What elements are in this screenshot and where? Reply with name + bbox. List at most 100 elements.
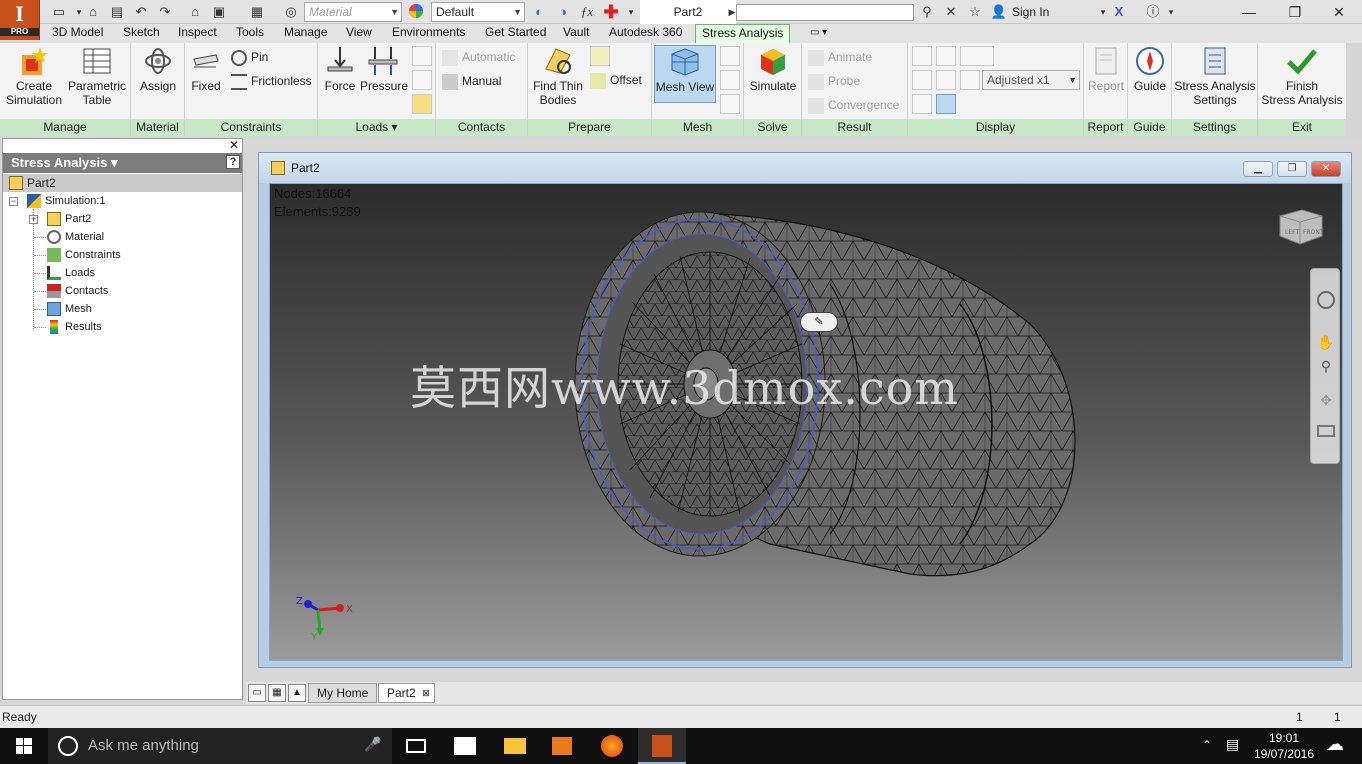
system-clock[interactable]: 19:01 19/07/2016 [1250,730,1318,762]
help-icon[interactable]: ⓘ [1144,3,1162,21]
application-menu-button[interactable]: I PRO [0,0,40,40]
browser-header[interactable]: Stress Analysis ▾ ? [3,153,242,173]
inventor-taskbar-icon[interactable] [638,728,686,764]
minimize-button[interactable]: — [1226,0,1272,24]
midsurface-icon[interactable] [590,46,610,66]
cascade-icon[interactable]: ▭ [248,684,266,702]
adjust-icon[interactable]: ◑ [554,3,572,21]
probe-button[interactable]: Probe [808,71,860,91]
panel-title-loads[interactable]: Loads ▾ [318,119,435,136]
fixed-constraint-button[interactable]: Fixed [187,45,225,93]
help-search-input[interactable] [736,4,914,21]
tab-overflow-icon[interactable]: ▭ ▾ [804,24,833,43]
tab-autodesk-360[interactable]: Autodesk 360 [603,24,688,43]
local-mesh-control-icon[interactable] [720,70,740,90]
notification-icon[interactable]: ▤ [1226,736,1239,753]
display-icon-7[interactable] [936,94,956,114]
tab-manage[interactable]: Manage [278,24,333,43]
stress-analysis-settings-button[interactable]: Stress Analysis Settings [1174,45,1256,107]
appearance-icon[interactable] [407,3,425,21]
tab-environments[interactable]: Environments [386,24,471,43]
find-thin-bodies-button[interactable]: Find Thin Bodies [530,45,586,107]
display-icon-2[interactable] [936,46,956,66]
displacement-scale-combo[interactable]: Adjusted x1 ▼ [982,70,1080,90]
parametric-table-button[interactable]: Parametric Table [66,45,128,107]
redo-icon[interactable]: ↷ [156,3,174,21]
update-icon[interactable]: ▣ [210,3,228,21]
task-view-icon[interactable] [392,728,440,764]
help-dropdown-icon[interactable]: ▾ [1162,3,1180,21]
doc-restore-button[interactable]: ❐ [1277,161,1307,177]
display-icon-4[interactable] [936,70,956,90]
add-icon[interactable]: ✚ [602,3,620,21]
body-load-icon[interactable] [412,94,432,114]
assign-material-button[interactable]: Assign [135,45,181,93]
new-icon[interactable]: ▭ [50,3,68,21]
user-icon[interactable]: 👤 [990,3,1008,21]
tab-sketch[interactable]: Sketch [117,24,166,43]
pin-constraint-button[interactable]: Pin [231,47,268,67]
doc-close-button[interactable]: ✕ [1311,161,1341,177]
finish-stress-analysis-button[interactable]: Finish Stress Analysis [1260,45,1344,107]
subscription-icon[interactable]: ✕ [942,3,960,21]
pan-icon[interactable]: ✋ [1317,333,1335,351]
guide-button[interactable]: Guide [1130,45,1170,93]
document-titlebar[interactable]: Part2 ▁ ❐ ✕ [259,153,1351,183]
steering-wheel-icon[interactable] [1317,291,1335,309]
convergence-settings-icon[interactable] [720,94,740,114]
viewcube-icon[interactable]: LEFT FRONT [1278,206,1324,246]
zoom-icon[interactable]: ⚲ [1317,357,1335,375]
animate-button[interactable]: Animate [808,47,872,67]
report-button[interactable]: Report [1086,45,1126,93]
sign-in-link[interactable]: Sign In [1012,0,1049,24]
save-icon[interactable]: ▤ [108,3,126,21]
undo-icon[interactable]: ↶ [132,3,150,21]
binoculars-icon[interactable]: ⚲ [918,3,936,21]
convergence-button[interactable]: Convergence [808,95,899,115]
tab-list-icon[interactable]: ▲ [288,684,306,702]
home-icon[interactable]: ⌂ [186,3,204,21]
display-icon-1[interactable] [912,46,932,66]
file-explorer-icon[interactable] [490,728,538,764]
close-button[interactable]: ✕ [1316,0,1362,24]
3d-viewport[interactable]: Nodes:16664 Elements:9289 ✎ 莫西网www.3dmox… [269,183,1343,661]
exchange-icon[interactable]: X [1110,3,1128,21]
orbit-icon[interactable]: ✥ [1317,391,1335,409]
display-dropdown-icon[interactable] [960,46,994,66]
tab-view[interactable]: View [340,24,378,43]
display-icon-6[interactable] [912,94,932,114]
tab-my-home[interactable]: My Home [308,683,378,703]
offset-button[interactable]: Offset [590,70,642,90]
tab-get-started[interactable]: Get Started [479,24,552,43]
browser-close-icon[interactable]: ✕ [229,139,241,151]
doc-minimize-button[interactable]: ▁ [1243,161,1273,177]
tab-vault[interactable]: Vault [557,24,595,43]
show-hidden-icons[interactable]: ⌃ [1202,738,1212,752]
pressure-load-button[interactable]: Pressure [360,45,408,93]
clear-appearance-icon[interactable]: ◐ [530,3,548,21]
simulate-button[interactable]: Simulate [746,45,800,93]
media-player-icon[interactable] [538,728,586,764]
fx-icon[interactable]: ƒx [578,3,596,21]
gravity-icon[interactable] [412,46,432,66]
tab-part2[interactable]: Part2 ⊠ [378,683,435,703]
edit-glyph-icon[interactable]: ✎ [800,312,838,332]
tab-inspect[interactable]: Inspect [172,24,223,43]
tab-tools[interactable]: Tools [230,24,270,43]
expand-icon[interactable]: + [29,215,38,224]
appearance-combo[interactable]: Default ▼ [431,2,525,22]
mesh-view-button[interactable]: Mesh View [654,45,716,103]
favorites-icon[interactable]: ☆ [966,3,984,21]
display-icon-3[interactable] [912,70,932,90]
automatic-contacts-button[interactable]: Automatic [442,47,515,67]
tab-3d-model[interactable]: 3D Model [46,24,109,43]
tile-icon[interactable]: ▦ [268,684,286,702]
tab-close-icon[interactable]: ⊠ [422,684,430,703]
microphone-icon[interactable]: 🎤 [364,736,381,753]
qat-customize-icon[interactable]: ▾ [622,3,640,21]
collapse-icon[interactable]: − [9,197,18,206]
weather-icon[interactable]: ☁ [1326,734,1344,755]
create-simulation-button[interactable]: Create Simulation [3,45,65,107]
manual-contacts-button[interactable]: Manual [442,71,501,91]
browser-help-icon[interactable]: ? [226,155,240,169]
